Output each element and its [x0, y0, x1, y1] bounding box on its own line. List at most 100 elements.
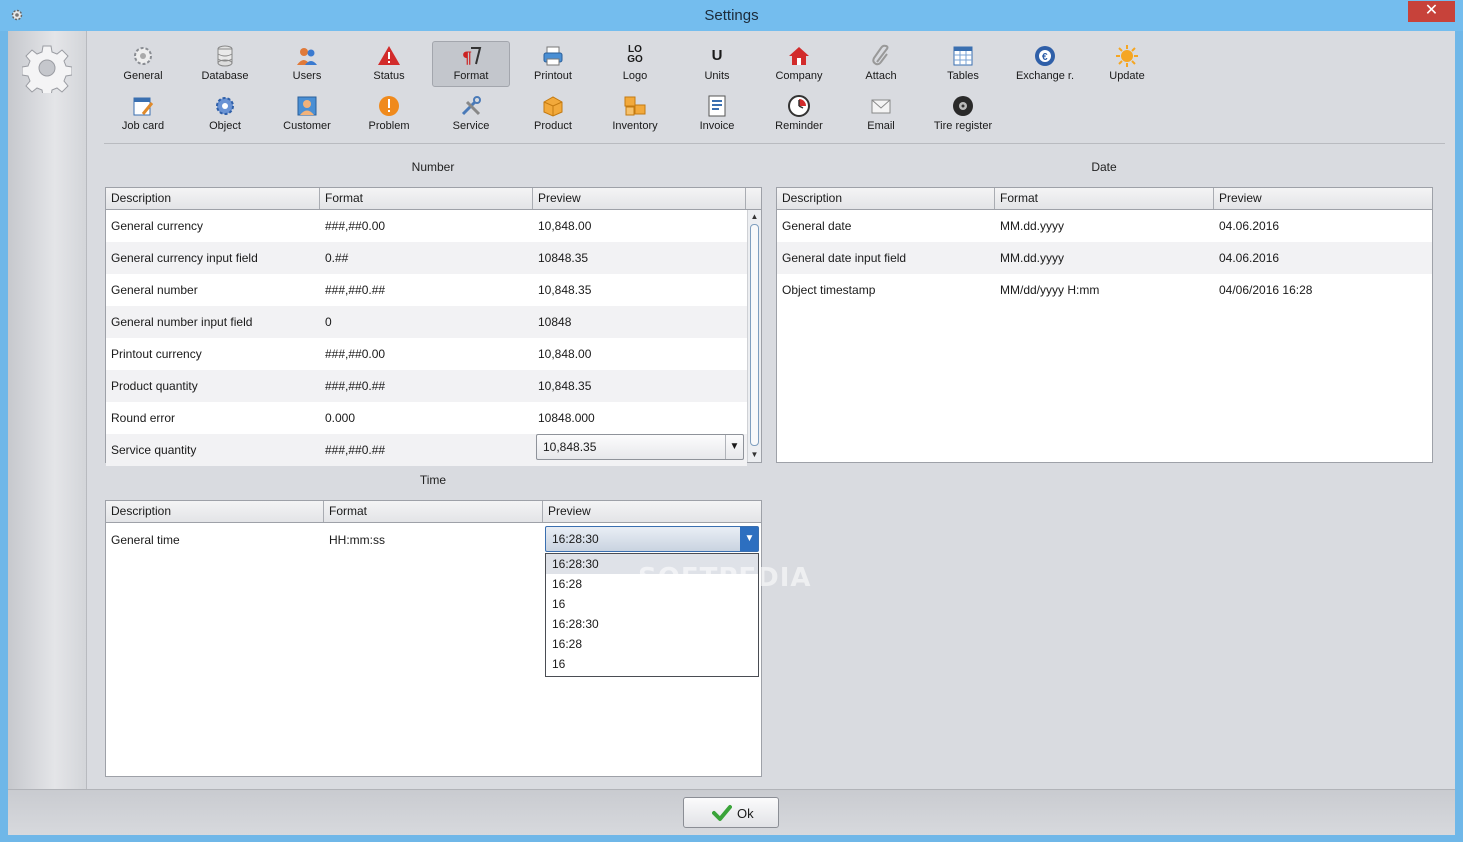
table-row[interactable]: General currency ###,##0.00 10,848.00 [106, 210, 747, 242]
toolbar-tables-button[interactable]: Tables [924, 41, 1002, 87]
date-col-format[interactable]: Format [995, 188, 1214, 209]
date-col-preview[interactable]: Preview [1214, 188, 1432, 209]
table-row[interactable]: General date MM.dd.yyyy 04.06.2016 [777, 210, 1432, 242]
number-cell[interactable]: ###,##0.## [320, 434, 385, 466]
users-icon [297, 48, 317, 65]
toolbar-label: Database [201, 70, 249, 82]
scroll-down-arrow[interactable]: ▼ [748, 449, 761, 461]
dropdown-option[interactable]: 16:28 [546, 634, 758, 654]
number-table-scrollbar[interactable]: ▲ ▼ [747, 210, 761, 462]
date-cell: Object timestamp [782, 283, 876, 297]
general-time-preview-combo[interactable]: 16:28:30 ▼ [545, 526, 759, 552]
dropdown-option[interactable]: 16 [546, 594, 758, 614]
date-col-description[interactable]: Description [777, 188, 995, 209]
number-cell[interactable]: 0.## [320, 242, 348, 274]
time-format-cell[interactable]: HH:mm:ss [324, 524, 385, 556]
number-cell[interactable]: 10848.35 [533, 242, 588, 274]
dropdown-option[interactable]: 16:28:30 [546, 614, 758, 634]
toolbar-email-button[interactable]: Email [842, 91, 920, 137]
sun-update-icon [1116, 45, 1138, 67]
boxes-icon [624, 96, 646, 116]
number-cell[interactable]: 10,848.00 [533, 210, 591, 242]
number-col-description[interactable]: Description [106, 188, 320, 209]
chevron-down-icon[interactable]: ▼ [725, 435, 743, 459]
toolbar-update-button[interactable]: Update [1088, 41, 1166, 87]
time-col-description[interactable]: Description [106, 501, 324, 522]
table-row[interactable]: General currency input field 0.## 10848.35 [106, 242, 747, 274]
toolbar-invoice-button[interactable]: Invoice [678, 91, 756, 137]
number-cell[interactable]: ###,##0.## [320, 274, 385, 306]
date-section-title: Date [1091, 160, 1117, 174]
number-cell[interactable]: 0.000 [320, 402, 355, 434]
ok-button-label: Ok [737, 806, 754, 821]
table-row[interactable]: General number input field 0 10848 [106, 306, 747, 338]
table-row[interactable]: Printout currency ###,##0.00 10,848.00 [106, 338, 747, 370]
date-cell[interactable]: MM/dd/yyyy H:mm [995, 274, 1099, 306]
table-row[interactable]: General number ###,##0.## 10,848.35 [106, 274, 747, 306]
units-icon: U [711, 47, 723, 64]
date-table-header: Description Format Preview [777, 188, 1432, 210]
number-cell[interactable]: 10,848.00 [533, 338, 591, 370]
toolbar-units-button[interactable]: U Units [678, 41, 756, 87]
paperclip-icon [872, 44, 889, 66]
number-col-format[interactable]: Format [320, 188, 533, 209]
toolbar-general-button[interactable]: General [104, 41, 182, 87]
chevron-down-icon[interactable]: ▼ [740, 527, 758, 551]
number-cell[interactable]: 10,848.35 [533, 370, 591, 402]
toolbar-object-button[interactable]: Object [186, 91, 264, 137]
date-cell[interactable]: 04/06/2016 16:28 [1214, 274, 1312, 306]
service-quantity-preview-combo[interactable]: 10,848.35 ▼ [536, 434, 744, 460]
number-col-preview[interactable]: Preview [533, 188, 746, 209]
close-button[interactable]: ✕ [1408, 1, 1455, 22]
time-col-format[interactable]: Format [324, 501, 543, 522]
toolbar-label: Problem [368, 120, 410, 132]
date-cell[interactable]: 04.06.2016 [1214, 242, 1279, 274]
exclamation-icon [379, 96, 399, 116]
toolbar-format-button[interactable]: ¶ Format [432, 41, 510, 87]
ok-button[interactable]: Ok [683, 797, 779, 828]
time-col-preview[interactable]: Preview [543, 501, 761, 522]
scroll-up-arrow[interactable]: ▲ [748, 211, 761, 223]
toolbar-attach-button[interactable]: Attach [842, 41, 920, 87]
scroll-thumb[interactable] [750, 224, 759, 446]
toolbar-problem-button[interactable]: Problem [350, 91, 428, 137]
toolbar-company-button[interactable]: Company [760, 41, 838, 87]
date-cell[interactable]: MM.dd.yyyy [995, 242, 1064, 274]
table-row[interactable]: Object timestamp MM/dd/yyyy H:mm 04/06/201… [777, 274, 1432, 306]
number-cell[interactable]: ###,##0.00 [320, 210, 385, 242]
toolbar-reminder-button[interactable]: Reminder [760, 91, 838, 137]
toolbar-tire-register-button[interactable]: Tire register [924, 91, 1002, 137]
number-cell[interactable]: 0 [320, 306, 332, 338]
toolbar-exchange-button[interactable]: € Exchange r. [1006, 41, 1084, 87]
table-row[interactable]: General date input field MM.dd.yyyy 04.06.… [777, 242, 1432, 274]
checkmark-icon [712, 805, 732, 821]
number-cell: Round error [111, 411, 176, 425]
warning-icon [378, 46, 400, 65]
toolbar-logo-button[interactable]: LO GO Logo [596, 41, 674, 87]
invoice-icon [708, 95, 726, 117]
table-row[interactable]: Product quantity ###,##0.## 10,848.35 [106, 370, 747, 402]
date-cell[interactable]: MM.dd.yyyy [995, 210, 1064, 242]
toolbar-users-button[interactable]: Users [268, 41, 346, 87]
toolbar-job-card-button[interactable]: Job card [104, 91, 182, 137]
toolbar-service-button[interactable]: Service [432, 91, 510, 137]
toolbar-printout-button[interactable]: Printout [514, 41, 592, 87]
number-cell: Service quantity [111, 443, 197, 457]
exchange-icon: € [1035, 46, 1055, 66]
number-cell[interactable]: 10848 [533, 306, 571, 338]
toolbar-product-button[interactable]: Product [514, 91, 592, 137]
toolbar-customer-button[interactable]: Customer [268, 91, 346, 137]
number-cell[interactable]: 10848.000 [533, 402, 595, 434]
dropdown-option[interactable]: 16 [546, 654, 758, 674]
number-cell[interactable]: ###,##0.## [320, 370, 385, 402]
number-cell[interactable]: 10,848.35 [533, 274, 591, 306]
combo-value: 10,848.35 [543, 440, 597, 454]
database-icon [217, 45, 233, 67]
toolbar-database-button[interactable]: Database [186, 41, 264, 87]
table-row[interactable]: Round error 0.000 10848.000 [106, 402, 747, 434]
number-cell[interactable]: ###,##0.00 [320, 338, 385, 370]
toolbar-inventory-button[interactable]: Inventory [596, 91, 674, 137]
toolbar-status-button[interactable]: Status [350, 41, 428, 87]
number-table: Description Format Preview General curre… [105, 187, 762, 466]
date-cell[interactable]: 04.06.2016 [1214, 210, 1279, 242]
